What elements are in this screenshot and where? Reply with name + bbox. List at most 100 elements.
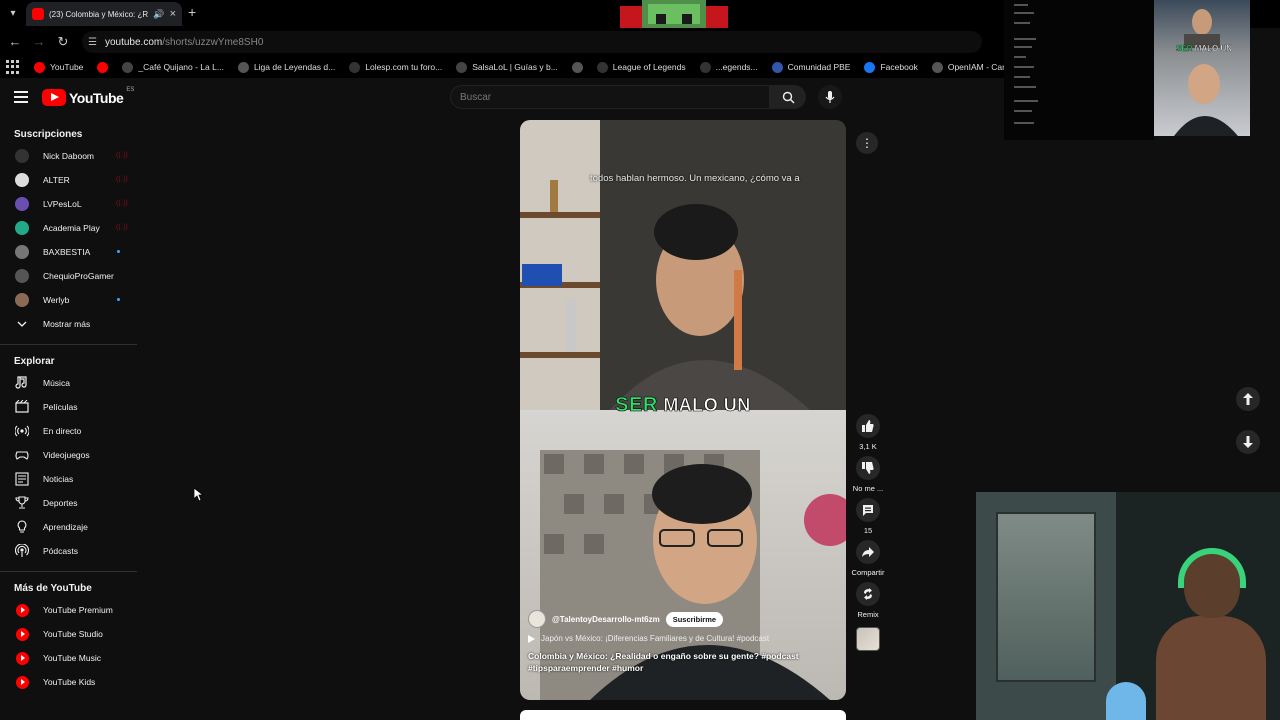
more-item-label: YouTube Studio — [43, 629, 103, 639]
sidebar-explore-item[interactable]: Deportes — [0, 491, 140, 515]
subscriptions-heading[interactable]: Suscripciones — [0, 126, 140, 144]
play-small-icon — [528, 634, 535, 643]
more-item-label: YouTube Music — [43, 653, 101, 663]
tab-search-icon[interactable]: ▾ — [4, 5, 22, 23]
new-tab-icon[interactable]: + — [188, 4, 196, 20]
subscription-label: BAXBESTIA — [43, 247, 91, 257]
close-tab-icon[interactable]: × — [170, 8, 176, 20]
forward-arrow-icon[interactable]: → — [27, 30, 51, 54]
more-options-button[interactable]: ⋮ — [856, 132, 878, 154]
youtube-logo[interactable]: YouTube ES — [42, 87, 135, 106]
channel-avatar[interactable] — [528, 610, 546, 628]
remix-button[interactable] — [856, 582, 880, 606]
remix-label: Remix — [857, 610, 879, 619]
sidebar-explore-item[interactable]: En directo — [0, 419, 140, 443]
address-bar[interactable]: ☰ youtube.com/shorts/uzzwYme8SH0 — [82, 31, 982, 53]
more-from-youtube-list: YouTube Premium YouTube Studio YouTube Mus… — [0, 598, 140, 694]
sidebar-explore-item[interactable]: Música — [0, 371, 140, 395]
sidebar-subscription-item[interactable]: Academia Play ((·)) — [0, 216, 140, 240]
bookmark-label: ...egends... — [715, 62, 758, 72]
sidebar-explore-item[interactable]: Aprendizaje — [0, 515, 140, 539]
stream-overlay-preview: SER MALO UN — [1154, 0, 1250, 136]
sidebar-subscription-item[interactable]: BAXBESTIA — [0, 240, 140, 264]
back-arrow-icon[interactable]: ← — [3, 30, 27, 54]
bookmark-favicon-icon — [864, 61, 876, 73]
next-short-preview[interactable] — [520, 710, 846, 720]
short-title[interactable]: Colombia y México: ¿Realidad o engaño so… — [528, 650, 838, 674]
browser-tab-active[interactable]: (23) Colombia y México: ¿Re 🔊 × — [26, 2, 182, 26]
bookmark-item[interactable]: _Café Quijano - La L... — [115, 61, 231, 73]
bookmark-item[interactable]: OpenIAM - Cambiar... — [925, 61, 1004, 73]
bookmark-item[interactable]: Liga de Leyendas d... — [231, 61, 342, 73]
music-icon — [14, 375, 30, 391]
bookmark-item[interactable]: Lolesp.com tu foro... — [342, 61, 449, 73]
previous-short-button[interactable] — [1236, 387, 1260, 411]
comments-button[interactable] — [856, 498, 880, 522]
short-metadata: @TalentoyDesarrollo-mt6zm Suscribirme Ja… — [528, 610, 838, 674]
shorts-video-player[interactable]: todos hablan hermoso. Un mexicano, ¿cómo… — [520, 120, 846, 700]
search-button[interactable] — [770, 85, 806, 109]
youtube-product-icon — [14, 650, 30, 666]
subtitle-highlight-word: SER — [615, 394, 658, 417]
country-code: ES — [126, 87, 135, 93]
live-icon — [14, 423, 30, 439]
subtitle-rest: MALO UN — [663, 395, 751, 416]
bookmark-label: Comunidad PBE — [787, 62, 851, 72]
bookmark-item[interactable]: SalsaLoL | Guías y b... — [449, 61, 565, 73]
subscription-label: ChequioProGamer — [43, 271, 114, 281]
sidebar-subscription-item[interactable]: Werlyb — [0, 288, 140, 312]
sound-thumbnail[interactable] — [856, 627, 880, 651]
explore-label: Aprendizaje — [43, 522, 88, 532]
bookmark-item[interactable]: League of Legends — [590, 61, 693, 73]
sidebar-explore-item[interactable]: Noticias — [0, 467, 140, 491]
channel-name[interactable]: @TalentoyDesarrollo-mt6zm — [552, 615, 660, 624]
sidebar-divider — [0, 571, 137, 572]
explore-label: Pódcasts — [43, 546, 78, 556]
sidebar-more-item[interactable]: YouTube Kids — [0, 670, 140, 694]
bookmark-item[interactable] — [90, 61, 115, 73]
sidebar-subscription-item[interactable]: Nick Daboom ((·)) — [0, 144, 140, 168]
overlay-subtitle: SER MALO UN — [1176, 44, 1233, 53]
sidebar-explore-item[interactable]: Películas — [0, 395, 140, 419]
related-video-link[interactable]: Japón vs México: ¡Diferencias Familiares… — [528, 634, 838, 643]
subscribe-button[interactable]: Suscribirme — [665, 611, 724, 627]
sidebar-more-item[interactable]: YouTube Studio — [0, 622, 140, 646]
like-button[interactable] — [856, 414, 880, 438]
reload-icon[interactable]: ↻ — [51, 30, 75, 54]
speaker-icon[interactable]: 🔊 — [153, 9, 164, 20]
arrow-down-icon — [1243, 436, 1253, 448]
sidebar-subscription-item[interactable]: LVPesLoL ((·)) — [0, 192, 140, 216]
browser-toolbar: ← → ↻ ☰ youtube.com/shorts/uzzwYme8SH0 — [0, 28, 1004, 56]
bookmark-favicon-icon — [771, 61, 783, 73]
live-indicator-icon: ((·)) — [116, 200, 128, 207]
show-more-button[interactable]: Mostrar más — [0, 312, 140, 336]
share-button[interactable] — [856, 540, 880, 564]
more-from-youtube-heading: Más de YouTube — [14, 583, 92, 594]
channel-avatar — [14, 292, 30, 308]
sidebar-subscription-item[interactable]: ALTER ((·)) — [0, 168, 140, 192]
sidebar-subscription-item[interactable]: ChequioProGamer — [0, 264, 140, 288]
bookmark-item[interactable]: Facebook — [857, 61, 924, 73]
youtube-product-icon — [14, 626, 30, 642]
voice-search-button[interactable] — [818, 85, 842, 109]
hamburger-menu-icon[interactable] — [14, 91, 28, 103]
bookmark-item[interactable]: ...egends... — [693, 61, 765, 73]
channel-avatar — [14, 196, 30, 212]
sidebar-explore-item[interactable]: Videojuegos — [0, 443, 140, 467]
search-input[interactable] — [450, 85, 770, 109]
bookmark-label: Facebook — [880, 62, 918, 72]
bookmark-item[interactable] — [565, 61, 590, 73]
chevron-down-icon — [14, 316, 30, 332]
bookmark-item[interactable]: YouTube — [27, 61, 90, 73]
next-short-button[interactable] — [1236, 430, 1260, 454]
sidebar-more-item[interactable]: YouTube Music — [0, 646, 140, 670]
sidebar-explore-item[interactable]: Pódcasts — [0, 539, 140, 563]
site-info-icon[interactable]: ☰ — [88, 37, 97, 48]
share-label: Compartir — [851, 568, 885, 577]
webcam-window-background — [996, 512, 1096, 682]
bookmark-item[interactable]: Comunidad PBE — [765, 61, 858, 73]
sidebar-more-item[interactable]: YouTube Premium — [0, 598, 140, 622]
trophy-icon — [14, 495, 30, 511]
apps-grid-icon[interactable] — [6, 60, 19, 74]
dislike-button[interactable] — [856, 456, 880, 480]
